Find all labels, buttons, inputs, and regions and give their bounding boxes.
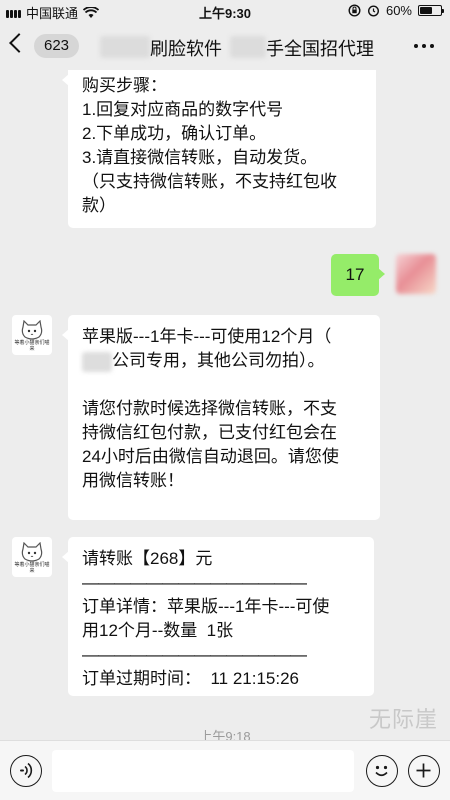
message-bubble[interactable]: 苹果版---1年卡---可使用12个月（ 公司专用，其他公司勿拍）。 请您付款时… [62, 315, 380, 520]
message-text: 公司专用，其他公司勿拍）。 [112, 351, 325, 370]
message-line: 订单详情：苹果版---1年卡---可使 [82, 597, 330, 616]
battery-icon [418, 5, 444, 16]
rotation-lock-icon [348, 4, 361, 17]
message-line: 用微信转账！ [82, 471, 184, 490]
redacted-title-part [230, 36, 266, 58]
back-chevron-icon[interactable] [9, 33, 29, 53]
unread-count-badge[interactable]: 623 [34, 34, 80, 58]
emoji-icon [375, 765, 388, 777]
message-line: 1.回复对应商品的数字代号 [82, 100, 284, 119]
chat-title-part-b: 手全国招代理 [266, 39, 374, 59]
message-line: 请转账【268】元 [82, 549, 213, 568]
redacted-title-part [100, 36, 150, 58]
message-line: 持微信红包付款，已支付红包会在 [82, 423, 337, 442]
message-line: 请您付款时候选择微信转账，不支 [82, 399, 337, 418]
more-options-icon[interactable] [414, 44, 434, 48]
status-bar: 中国联通 上午9:30 60% [0, 0, 450, 22]
status-right: 60% [348, 3, 444, 18]
message-text: 17 [345, 265, 365, 284]
message-line: 用12个月--数量 1张 [82, 621, 234, 640]
message-line: 购买步骤： [82, 76, 167, 95]
avatar-caption: 等着小猫亲们喵来 [14, 562, 50, 574]
message-line: 苹果版---1年卡---可使用12个月（ [82, 327, 332, 346]
redacted-text [82, 351, 112, 372]
emoji-button[interactable] [366, 755, 398, 787]
message-line: 3.请直接微信转账，自动发货。 [82, 148, 318, 167]
more-actions-button[interactable] [408, 755, 440, 787]
nav-bar: 623 刷脸软件 手全国招代理 [0, 22, 450, 70]
chat-title-part-a: 刷脸软件 [150, 39, 222, 59]
message-line: 订单过期时间： 11 21:15:26 [82, 669, 299, 688]
plus-icon [416, 763, 431, 778]
sent-message-bubble[interactable]: 17 [331, 254, 385, 296]
input-bar [0, 740, 450, 800]
divider-line: —————————————— [82, 645, 307, 664]
chat-area[interactable]: 购买步骤： 1.回复对应商品的数字代号 2.下单成功，确认订单。 3.请直接微信… [0, 70, 450, 740]
avatar-caption: 等着小猫亲们喵来 [14, 340, 50, 352]
message-line: 款） [82, 196, 116, 215]
divider-line: —————————————— [82, 573, 307, 592]
message-line: 2.下单成功，确认订单。 [82, 124, 267, 143]
message-line: 24小时后由微信自动退回。请您使 [82, 447, 339, 466]
message-bubble[interactable]: 购买步骤： 1.回复对应商品的数字代号 2.下单成功，确认订单。 3.请直接微信… [62, 70, 376, 228]
cat-icon [21, 320, 43, 340]
message-bubble[interactable]: 请转账【268】元 —————————————— 订单详情：苹果版---1年卡-… [62, 537, 374, 696]
cat-icon [21, 542, 43, 562]
message-line: （只支持微信转账，不支持红包收 [82, 172, 337, 191]
message-input[interactable] [52, 750, 354, 792]
alarm-icon [367, 5, 379, 17]
battery-fill [420, 7, 432, 14]
message-line: 公司专用，其他公司勿拍）。 [82, 349, 366, 373]
self-avatar[interactable] [396, 254, 436, 294]
contact-avatar[interactable]: 等着小猫亲们喵来 [12, 537, 52, 577]
battery-percent: 60% [385, 3, 412, 18]
watermark: 无际崖 [368, 707, 438, 732]
voice-icon [20, 762, 33, 779]
contact-avatar[interactable]: 等着小猫亲们喵来 [12, 315, 52, 355]
voice-input-button[interactable] [10, 755, 42, 787]
